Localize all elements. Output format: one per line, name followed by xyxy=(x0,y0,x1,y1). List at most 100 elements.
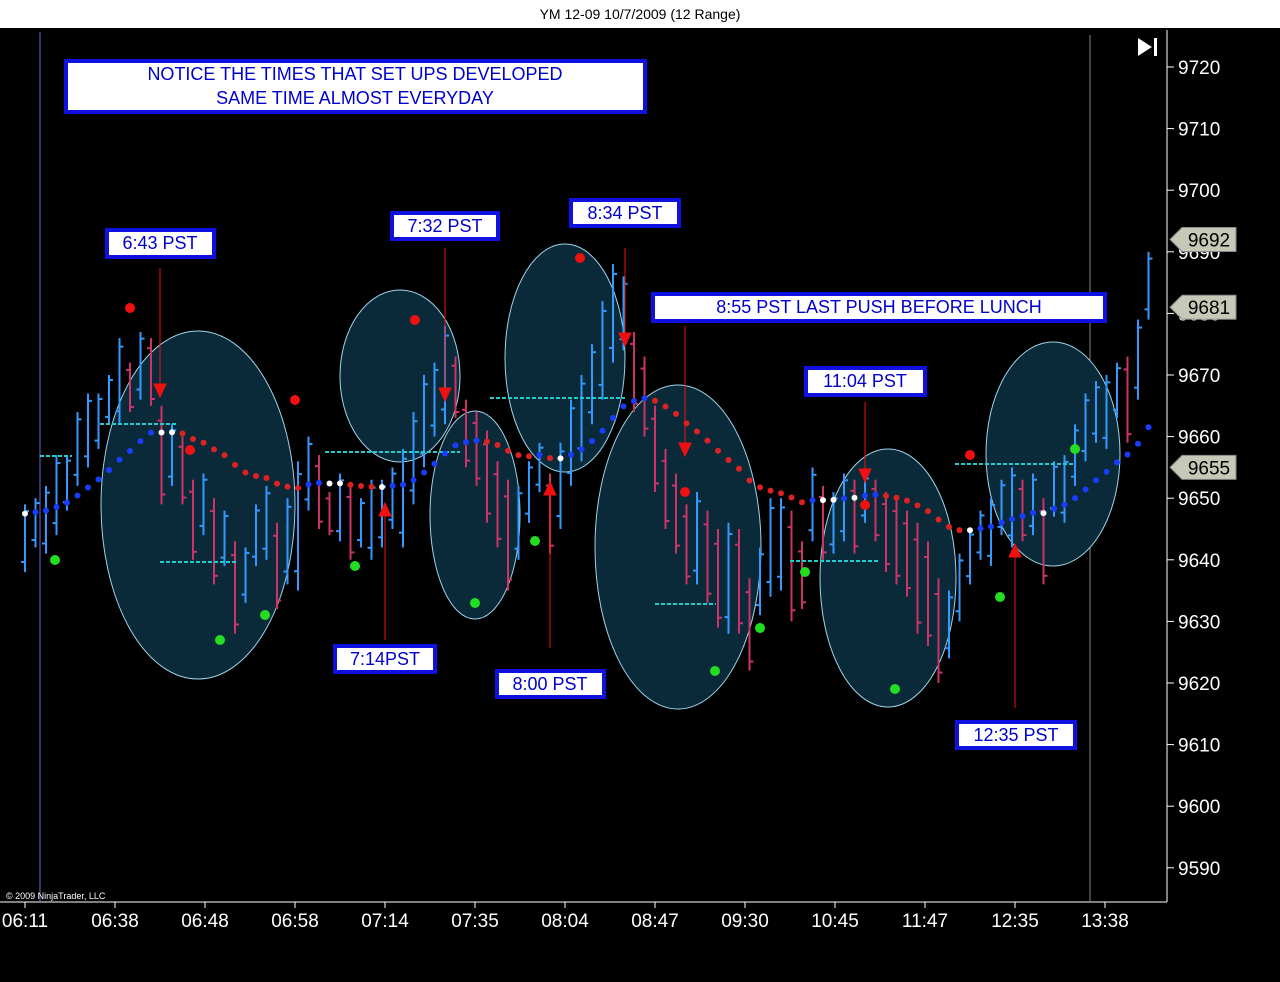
setup-ellipse xyxy=(504,243,626,473)
ma-dot xyxy=(620,403,627,410)
ma-dot xyxy=(872,491,879,498)
ma-dot xyxy=(1145,424,1152,431)
ma-dot xyxy=(904,497,910,504)
x-tick-label: 07:35 xyxy=(451,911,499,932)
ma-dot xyxy=(158,429,165,436)
ma-dot xyxy=(64,499,70,506)
ma-dot xyxy=(253,472,259,479)
ma-dot xyxy=(935,516,942,523)
price-marker-label: 9681 xyxy=(1188,298,1230,319)
ma-dot xyxy=(148,429,154,436)
y-tick-label: 9590 xyxy=(1178,859,1220,880)
ma-dot xyxy=(284,483,291,490)
ma-dot xyxy=(431,460,438,467)
ma-dot xyxy=(1124,451,1131,458)
ma-dot xyxy=(106,466,112,473)
ma-dot xyxy=(914,502,921,509)
y-tick-label: 9700 xyxy=(1178,181,1220,202)
x-tick-label: 06:58 xyxy=(271,911,319,932)
ma-dot xyxy=(358,482,364,489)
time-label-1104: 11:04 PST xyxy=(823,371,907,391)
y-tick-label: 9670 xyxy=(1178,366,1220,387)
ma-dot xyxy=(1030,509,1036,516)
swing-high-dot xyxy=(680,487,690,497)
swing-low-dot xyxy=(800,567,810,577)
y-tick-label: 9630 xyxy=(1178,612,1220,633)
ma-dot xyxy=(694,428,700,435)
swing-low-dot xyxy=(350,561,360,571)
swing-high-dot xyxy=(185,445,195,455)
ma-dot xyxy=(568,451,574,458)
time-label-855: 8:55 PST LAST PUSH BEFORE LUNCH xyxy=(716,297,1041,317)
ma-dot xyxy=(473,437,480,444)
ma-dot xyxy=(1103,468,1110,475)
ma-dot xyxy=(368,483,375,490)
ma-dot xyxy=(43,507,49,514)
ma-dot xyxy=(557,455,564,462)
ma-dot xyxy=(85,484,91,491)
ma-dot xyxy=(883,492,889,499)
time-label-1235: 12:35 PST xyxy=(973,725,1058,745)
ma-dot xyxy=(956,527,963,534)
ma-dot xyxy=(295,484,301,491)
ma-dot xyxy=(452,442,459,449)
y-tick-label: 9640 xyxy=(1178,551,1220,572)
ma-dot xyxy=(673,410,679,417)
ma-dot xyxy=(410,477,417,484)
y-tick-label: 9650 xyxy=(1178,489,1220,510)
time-label-643: 6:43 PST xyxy=(122,233,197,253)
ma-dot xyxy=(32,509,39,516)
ma-dot xyxy=(1051,505,1057,512)
y-tick-label: 9720 xyxy=(1178,58,1220,79)
ma-dot xyxy=(200,439,207,446)
x-tick-label: 12:35 xyxy=(991,911,1039,932)
ma-dot xyxy=(442,450,448,457)
ma-dot xyxy=(221,452,228,459)
ma-dot xyxy=(925,508,931,515)
ma-dot xyxy=(232,461,238,468)
main-note-line2: SAME TIME ALMOST EVERYDAY xyxy=(216,88,494,108)
ma-dot xyxy=(725,457,732,464)
ma-dot xyxy=(127,448,133,455)
ma-dot xyxy=(1114,459,1120,466)
ma-dot xyxy=(778,490,784,497)
setup-ellipse xyxy=(594,384,762,710)
swing-high-dot xyxy=(290,395,300,405)
y-tick-label: 9610 xyxy=(1178,736,1220,757)
ma-dot xyxy=(767,487,774,494)
ma-dot xyxy=(704,437,711,444)
x-tick-label: 09:30 xyxy=(721,911,769,932)
setup-ellipse xyxy=(339,289,461,463)
ma-dot xyxy=(515,452,522,459)
ma-dot xyxy=(526,453,532,460)
play-end-bar[interactable] xyxy=(1154,38,1157,56)
ma-dot xyxy=(137,438,144,445)
setup-ellipse xyxy=(819,448,957,708)
swing-low-dot xyxy=(1070,444,1080,454)
time-label-800: 8:00 PST xyxy=(512,674,587,694)
y-tick-label: 9600 xyxy=(1178,797,1220,818)
time-label-714: 7:14PST xyxy=(350,649,420,669)
ma-dot xyxy=(746,477,753,484)
x-tick-label: 10:45 xyxy=(811,911,859,932)
y-tick-label: 9660 xyxy=(1178,428,1220,449)
ma-dot xyxy=(116,456,123,463)
ma-dot xyxy=(736,465,742,472)
setup-ellipse xyxy=(985,341,1121,567)
copyright: © 2009 NinjaTrader, LLC xyxy=(6,891,106,901)
x-tick-label: 11:47 xyxy=(902,911,948,932)
ma-dot xyxy=(862,492,868,499)
ma-dot xyxy=(484,438,490,445)
x-tick-label: 08:04 xyxy=(541,911,589,932)
ma-dot xyxy=(599,427,606,434)
ma-dot xyxy=(1040,510,1047,517)
ma-dot xyxy=(610,414,616,421)
swing-low-dot xyxy=(215,635,225,645)
ma-dot xyxy=(652,397,658,404)
time-label-834: 8:34 PST xyxy=(587,203,662,223)
ma-dot xyxy=(589,438,595,445)
price-chart: NOTICE THE TIMES THAT SET UPS DEVELOPED … xyxy=(0,28,1280,982)
main-note-line1: NOTICE THE TIMES THAT SET UPS DEVELOPED xyxy=(147,64,562,84)
ma-dot xyxy=(578,446,585,453)
x-tick-label: 07:14 xyxy=(361,911,409,932)
